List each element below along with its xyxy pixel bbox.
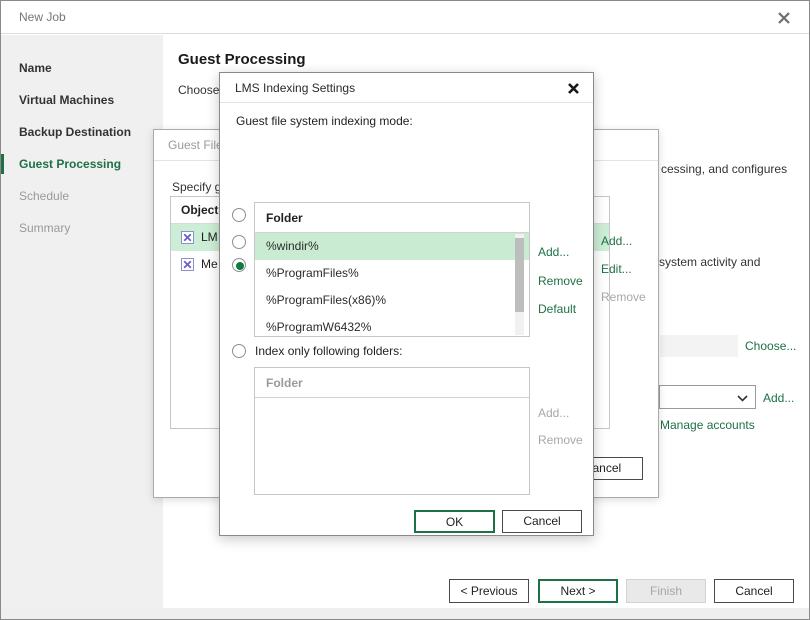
new-job-window: New Job Name Virtual Machines Backup Des… (0, 0, 810, 620)
list-item[interactable]: %ProgramFiles(x86)% (255, 287, 529, 314)
window-title: New Job (19, 10, 66, 24)
only-add-link[interactable]: Add... (538, 406, 569, 420)
sidebar-item-schedule[interactable]: Schedule (1, 180, 163, 212)
next-button[interactable]: Next > (538, 579, 618, 603)
specify-label-fragment: Specify g (172, 180, 221, 194)
background-text-fragment-2: system activity and (659, 255, 760, 269)
cancel-button[interactable]: Cancel (714, 579, 794, 603)
choose-link[interactable]: Choose... (745, 339, 796, 353)
close-icon[interactable] (775, 9, 793, 27)
chevron-down-icon (737, 395, 748, 402)
folder-column-header: Folder (255, 368, 529, 398)
add-credentials-link[interactable]: Add... (763, 391, 794, 405)
list-item[interactable]: %windir% (255, 233, 529, 260)
window-bottom-strip (1, 608, 809, 620)
except-default-link[interactable]: Default (538, 302, 576, 316)
gf-add-link[interactable]: Add... (601, 234, 632, 248)
sidebar-item-virtual-machines[interactable]: Virtual Machines (1, 84, 163, 116)
radio-icon (232, 208, 246, 222)
object-name-fragment: Me (201, 251, 218, 278)
finish-button[interactable]: Finish (626, 579, 706, 603)
credentials-dropdown[interactable] (659, 385, 756, 409)
wizard-sidebar: Name Virtual Machines Backup Destination… (1, 35, 163, 620)
scrollbar-thumb[interactable] (515, 238, 524, 312)
close-icon[interactable] (566, 81, 581, 96)
page-title: Guest Processing (178, 51, 306, 68)
dialog-title: LMS Indexing Settings (235, 81, 355, 95)
folder-column-header: Folder (255, 203, 529, 233)
except-remove-link[interactable]: Remove (538, 274, 583, 288)
radio-label: Index only following folders: (255, 344, 402, 358)
gf-remove-link[interactable]: Remove (601, 290, 646, 304)
boxed-x-icon (181, 231, 194, 244)
dialog-titlebar: LMS Indexing Settings (220, 73, 593, 103)
boxed-x-icon (181, 258, 194, 271)
sidebar-item-summary[interactable]: Summary (1, 212, 163, 244)
radio-icon (232, 344, 246, 358)
only-folders-list: Folder (254, 367, 530, 495)
list-item[interactable]: %ProgramW6432% (255, 314, 529, 337)
except-folders-list: Folder %windir% %ProgramFiles% %ProgramF… (254, 202, 530, 337)
guest-file-dialog-title: Guest File (168, 138, 223, 152)
ok-button[interactable]: OK (414, 510, 495, 533)
radio-selected-icon (232, 258, 246, 272)
sidebar-item-name[interactable]: Name (1, 52, 163, 84)
manage-accounts-link[interactable]: Manage accounts (660, 418, 755, 432)
except-add-link[interactable]: Add... (538, 245, 569, 259)
radio-icon (232, 235, 246, 249)
indexing-mode-label: Guest file system indexing mode: (236, 114, 413, 128)
sidebar-item-guest-processing[interactable]: Guest Processing (1, 148, 163, 180)
sidebar-item-backup-destination[interactable]: Backup Destination (1, 116, 163, 148)
radio-option-index-only-folders[interactable]: Index only following folders: (232, 344, 402, 358)
background-text-fragment-1: cessing, and configures (661, 162, 787, 176)
dialog-cancel-button[interactable]: Cancel (502, 510, 582, 533)
gf-edit-link[interactable]: Edit... (601, 262, 632, 276)
previous-button[interactable]: < Previous (449, 579, 529, 603)
scrollbar[interactable] (515, 234, 524, 335)
object-name-fragment: LM (201, 224, 218, 251)
window-titlebar: New Job (1, 1, 809, 34)
lms-indexing-settings-dialog: LMS Indexing Settings Guest file system … (219, 72, 594, 536)
list-item[interactable]: %ProgramFiles% (255, 260, 529, 287)
only-remove-link[interactable]: Remove (538, 433, 583, 447)
page-description-fragment: Choose (178, 83, 219, 97)
disabled-text-field (660, 335, 738, 357)
